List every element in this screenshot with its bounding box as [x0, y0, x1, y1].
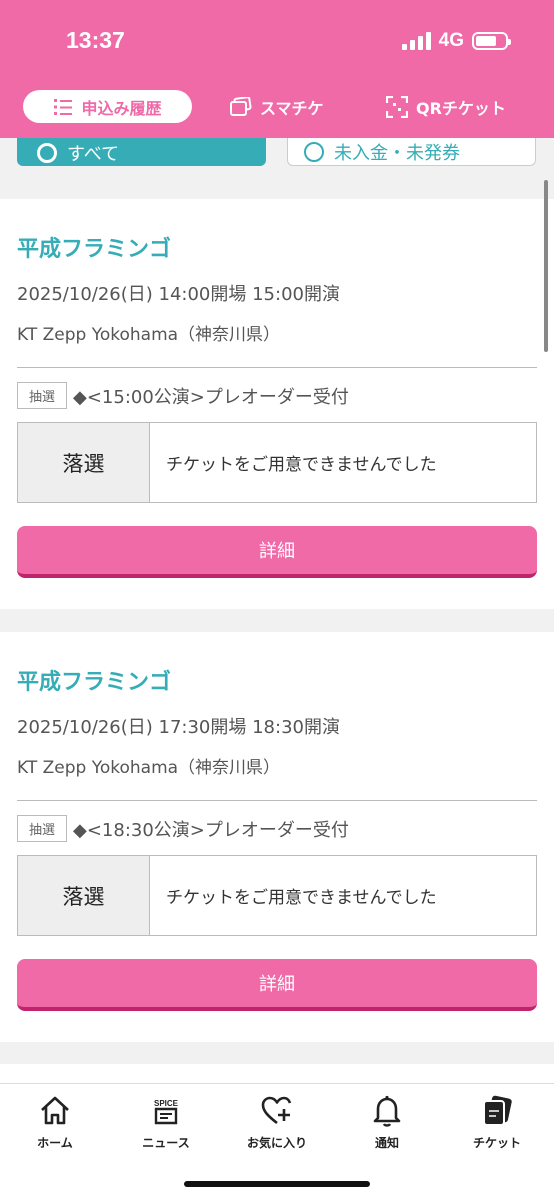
filter-label: すべて [67, 144, 120, 165]
event-venue: KT Zepp Yokohama（神奈川県） [17, 758, 281, 778]
tab-label: 申込み履歴 [81, 98, 162, 118]
radio-unselected-icon [304, 142, 324, 162]
nav-label: お気に入り [246, 1136, 307, 1150]
event-venue: KT Zepp Yokohama（神奈川県） [17, 325, 281, 345]
smart-ticket-icon [230, 96, 252, 116]
nav-label: ニュース [142, 1136, 190, 1150]
event-datetime: 2025/10/26(日) 17:30開場 18:30開演 [17, 717, 340, 738]
heart-plus-icon [261, 1096, 292, 1125]
bell-icon [373, 1095, 401, 1127]
spice-icon-text: SPICE [154, 1099, 179, 1108]
tab-qr-ticket[interactable]: QRチケット [386, 90, 506, 123]
spice-news-icon: SPICE [154, 1099, 179, 1125]
divider [17, 800, 537, 801]
tab-application-history[interactable]: 申込み履歴 [23, 90, 192, 123]
nav-news[interactable]: SPICE ニュース [121, 1094, 211, 1151]
nav-label: ホーム [37, 1136, 73, 1150]
nav-home[interactable]: ホーム [10, 1094, 100, 1151]
divider [17, 367, 537, 368]
tab-label: スマチケ [260, 98, 324, 118]
event-datetime: 2025/10/26(日) 14:00開場 15:00開演 [17, 284, 340, 305]
network-label: 4G [438, 30, 464, 51]
status-indicators: 4G [401, 30, 511, 52]
order-name: ◆<15:00公演>プレオーダー受付 [73, 387, 349, 408]
signal-icon [401, 32, 431, 50]
result-box: 落選 チケットをご用意できませんでした [17, 422, 537, 503]
result-box: 落選 チケットをご用意できませんでした [17, 855, 537, 936]
detail-button[interactable]: 詳細 [17, 959, 537, 1011]
result-text: チケットをご用意できませんでした [166, 455, 437, 475]
order-name: ◆<18:30公演>プレオーダー受付 [73, 820, 349, 841]
battery-icon [472, 32, 511, 50]
event-title: 平成フラミンゴ [17, 670, 172, 695]
detail-button[interactable]: 詳細 [17, 526, 537, 578]
event-title: 平成フラミンゴ [17, 237, 172, 262]
nav-notifications[interactable]: 通知 [342, 1094, 432, 1151]
nav-tickets[interactable]: チケット [452, 1094, 542, 1151]
status-time: 13:37 [66, 27, 125, 53]
filter-label: 未入金・未発券 [334, 143, 460, 164]
ticket-icon [483, 1095, 512, 1126]
result-text: チケットをご用意できませんでした [166, 888, 437, 908]
scrollbar[interactable] [544, 180, 548, 352]
nav-favorites[interactable]: お気に入り [232, 1094, 322, 1151]
home-icon [41, 1096, 69, 1125]
qr-icon [386, 95, 408, 118]
lottery-badge: 抽選 [17, 382, 67, 409]
application-card: 平成フラミンゴ 2025/10/26(日) 14:00開場 15:00開演 KT… [0, 199, 554, 609]
tab-smart-ticket[interactable]: スマチケ [230, 90, 324, 123]
lottery-badge: 抽選 [17, 815, 67, 842]
result-label: 落選 [18, 423, 150, 502]
list-icon [54, 98, 73, 115]
nav-label: 通知 [374, 1136, 399, 1150]
top-tabs: 申込み履歴 スマチケ QRチケット [0, 90, 554, 124]
application-card: 平成フラミンゴ 2025/10/26(日) 17:30開場 18:30開演 KT… [0, 632, 554, 1042]
nav-label: チケット [472, 1136, 521, 1150]
bottom-navigation: ホーム SPICE ニュース お気に入り 通知 チケット [0, 1083, 554, 1200]
tab-label: QRチケット [416, 98, 506, 118]
radio-selected-icon [37, 143, 57, 163]
home-indicator [184, 1181, 370, 1187]
result-label: 落選 [18, 856, 150, 935]
app-header: 13:37 4G 申込み履歴 スマチケ QRチケット [0, 0, 554, 138]
